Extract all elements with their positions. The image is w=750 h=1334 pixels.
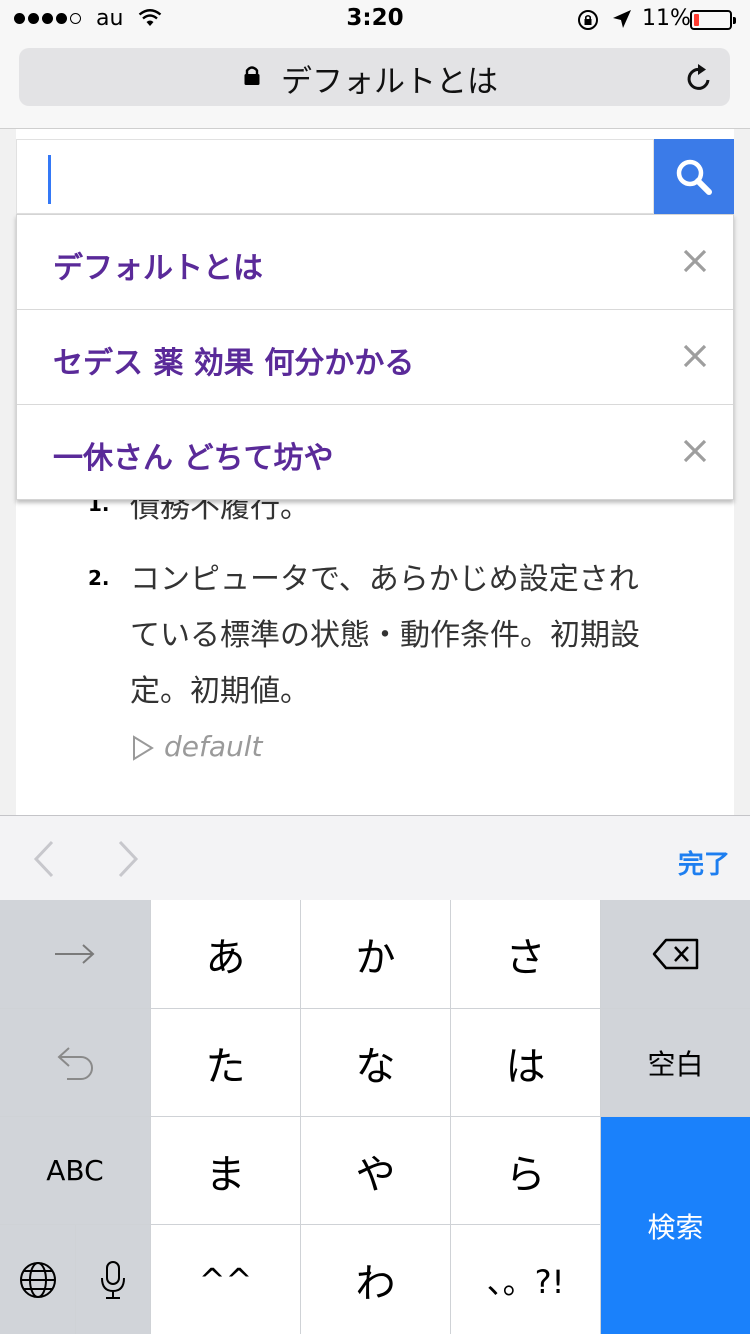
kana-key[interactable]: ら: [451, 1117, 600, 1224]
play-triangle-icon: [133, 735, 154, 761]
keyboard-accessory-bar: 完了: [0, 815, 750, 901]
reload-icon[interactable]: [686, 62, 714, 92]
page-title: デフォルトとは: [281, 64, 498, 100]
keyboard: あ か さ た な は 空白 ABC ま や ら 検索 ^^ わ 、。?!: [0, 900, 750, 1334]
globe-key[interactable]: [0, 1225, 75, 1334]
undo-icon: [57, 1046, 93, 1080]
done-button[interactable]: 完了: [678, 844, 730, 881]
chevron-right-icon[interactable]: [116, 840, 140, 878]
browser-toolbar: デフォルトとは: [0, 40, 750, 129]
kana-key[interactable]: や: [301, 1117, 450, 1224]
chevron-left-icon[interactable]: [32, 840, 56, 878]
definition-text-2-line3: 定。初期値。: [130, 674, 310, 709]
location-arrow-icon: [613, 10, 631, 28]
search-box: [16, 139, 734, 214]
address-bar[interactable]: デフォルトとは: [19, 48, 730, 106]
search-input[interactable]: [16, 139, 654, 214]
search-button[interactable]: [654, 139, 734, 214]
emoticon-key[interactable]: ^^: [151, 1225, 300, 1334]
english-example-text: default: [164, 730, 263, 763]
globe-icon: [19, 1261, 56, 1298]
clock: 3:20: [346, 5, 404, 31]
suggestion-label[interactable]: 一休さん どちて坊や: [53, 433, 333, 477]
suggestion-item[interactable]: セデス 薬 効果 何分かかる: [17, 310, 733, 405]
next-candidate-key[interactable]: [0, 900, 150, 1008]
kana-key[interactable]: か: [301, 900, 450, 1008]
kana-key[interactable]: た: [151, 1009, 300, 1116]
suggestion-item[interactable]: デフォルトとは: [17, 215, 733, 310]
suggestion-label[interactable]: セデス 薬 効果 何分かかる: [53, 338, 414, 382]
suggestion-label[interactable]: デフォルトとは: [53, 243, 263, 287]
kana-key[interactable]: な: [301, 1009, 450, 1116]
arrow-right-icon: [55, 944, 95, 964]
rotation-lock-icon: [578, 10, 598, 30]
abc-key[interactable]: ABC: [0, 1117, 150, 1224]
search-suggestions: デフォルトとは セデス 薬 効果 何分かかる 一休さん どちて坊や: [16, 214, 734, 500]
definition-number-2: 2.: [88, 566, 110, 590]
status-bar: au 3:20 11%: [0, 0, 750, 40]
kana-key[interactable]: わ: [301, 1225, 450, 1334]
english-example[interactable]: default: [132, 730, 263, 763]
kana-key[interactable]: は: [451, 1009, 600, 1116]
microphone-icon: [101, 1260, 125, 1299]
kana-key[interactable]: あ: [151, 900, 300, 1008]
lock-icon: [244, 66, 260, 85]
close-icon[interactable]: [683, 249, 707, 273]
punctuation-key[interactable]: 、。?!: [451, 1225, 600, 1334]
kana-key[interactable]: さ: [451, 900, 600, 1008]
close-icon[interactable]: [683, 439, 707, 463]
dictation-key[interactable]: [76, 1225, 150, 1334]
battery-percent: 11%: [642, 6, 691, 31]
text-cursor: [48, 155, 51, 204]
search-icon: [676, 159, 712, 195]
definition-text-2-line1: コンピュータで、あらかじめ設定され: [130, 562, 639, 597]
undo-key[interactable]: [0, 1009, 150, 1116]
battery-icon: [690, 10, 736, 30]
kana-key[interactable]: ま: [151, 1117, 300, 1224]
delete-key[interactable]: [601, 900, 750, 1008]
suggestion-item[interactable]: 一休さん どちて坊や: [17, 405, 733, 499]
definition-text-2-line2: ている標準の状態・動作条件。初期設: [130, 618, 640, 653]
close-icon[interactable]: [683, 344, 707, 368]
space-key[interactable]: 空白: [601, 1009, 750, 1116]
backspace-icon: [652, 938, 698, 970]
search-key[interactable]: 検索: [601, 1117, 750, 1334]
